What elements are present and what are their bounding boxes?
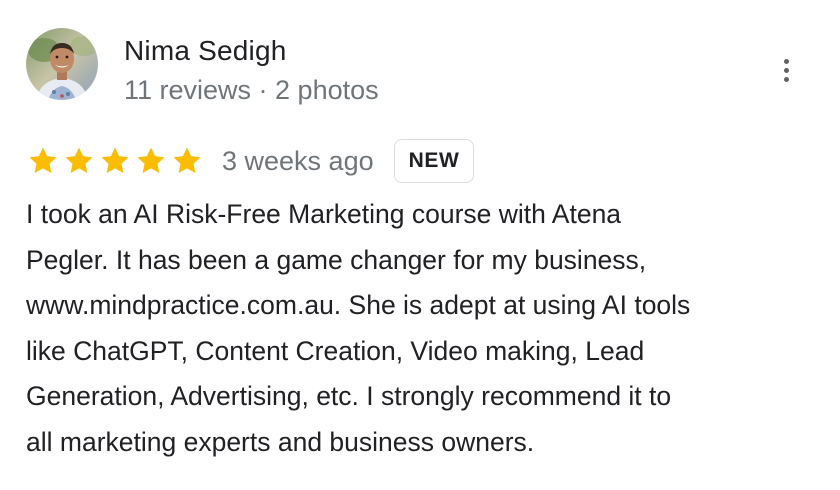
more-vertical-icon bbox=[783, 76, 789, 82]
review-text-line: www.mindpractice.com.au. She is adept at… bbox=[26, 290, 691, 320]
review-text-line: all marketing experts and business owner… bbox=[26, 426, 535, 457]
review-time: 3 weeks ago bbox=[222, 146, 374, 176]
review-card: Nima Sedigh 11 reviews · 2 photos 3 week… bbox=[0, 0, 840, 490]
star-icon bbox=[101, 147, 129, 174]
review-text: I took an AI Risk-Free Marketing course … bbox=[26, 192, 826, 465]
review-text-line: Generation, Advertising, etc. I strongly… bbox=[26, 381, 672, 411]
avatar-photo bbox=[26, 28, 98, 100]
new-badge: NEW bbox=[393, 139, 475, 183]
avatar[interactable] bbox=[26, 28, 98, 100]
rating-row: 3 weeks ago NEW bbox=[26, 138, 475, 184]
star-icon bbox=[29, 147, 57, 174]
review-text-line: I took an AI Risk-Free Marketing course … bbox=[26, 199, 622, 229]
review-text-line: Pegler. It has been a game changer for m… bbox=[26, 244, 647, 275]
author-meta: 11 reviews · 2 photos bbox=[124, 75, 379, 105]
more-vertical-icon bbox=[783, 58, 789, 64]
star-icon bbox=[65, 147, 93, 174]
more-options-button[interactable] bbox=[772, 54, 800, 86]
review-text-line: like ChatGPT, Content Creation, Video ma… bbox=[26, 335, 645, 366]
author-info: Nima Sedigh 11 reviews · 2 photos bbox=[124, 34, 379, 106]
review-header: Nima Sedigh 11 reviews · 2 photos bbox=[26, 28, 379, 108]
more-vertical-icon bbox=[783, 67, 789, 73]
star-rating bbox=[26, 144, 204, 178]
star-icon bbox=[137, 147, 165, 174]
author-name[interactable]: Nima Sedigh bbox=[124, 34, 379, 68]
star-icon bbox=[173, 147, 201, 174]
